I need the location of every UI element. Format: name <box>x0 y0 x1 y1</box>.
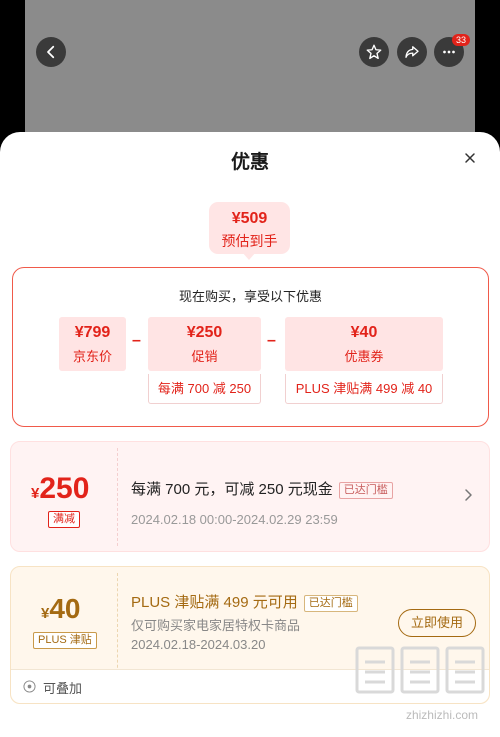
coupon-text: PLUS 津贴满 499 元可用 <box>131 594 298 611</box>
estimated-price-badge: ¥509 预估到手 <box>209 202 290 254</box>
calc-note-coupon: PLUS 津贴满 499 减 40 <box>285 374 443 404</box>
star-icon <box>366 44 382 60</box>
price-calculation: 现在购买，享受以下优惠 ¥799 京东价 – ¥250 促销 每满 700 减 … <box>12 267 489 427</box>
promotion-card[interactable]: ¥250 满减 每满 700 元，可减 250 元现金 已达门槛 2024.02.… <box>10 441 490 552</box>
coupon-amount: ¥40 <box>41 593 81 625</box>
coupon-date: 2024.02.18-2024.03.20 <box>131 637 266 652</box>
calc-item-promotion: ¥250 促销 <box>148 317 261 371</box>
share-icon <box>405 46 419 58</box>
sheet-title: 优惠 <box>230 152 269 173</box>
back-button[interactable] <box>36 37 66 67</box>
pointer-arrow <box>242 252 256 260</box>
calc-note-promotion: 每满 700 减 250 <box>148 374 261 404</box>
calc-label: 促销 <box>191 349 218 364</box>
minus-sign: – <box>132 332 141 349</box>
bg-right <box>475 0 500 150</box>
calc-item-jd-price: ¥799 京东价 <box>59 317 126 371</box>
calc-value: ¥799 <box>74 324 111 341</box>
more-badge: 33 <box>451 34 470 46</box>
amount-value: 40 <box>49 593 81 624</box>
dashed-divider <box>117 448 118 546</box>
promotion-text: 每满 700 元，可减 250 元现金 <box>131 481 333 498</box>
calc-value: ¥40 <box>350 324 378 341</box>
chevron-right-icon[interactable] <box>463 488 475 502</box>
bg-left <box>0 0 25 150</box>
coupon-text-row: PLUS 津贴满 499 元可用 已达门槛 <box>131 591 358 612</box>
calc-label: 京东价 <box>72 349 112 364</box>
coupon-tag: PLUS 津贴 <box>33 632 97 649</box>
coupon-scope: 仅可购买家电家居特权卡商品 <box>131 618 301 633</box>
threshold-reached-badge: 已达门槛 <box>303 594 358 612</box>
estimated-price-label: 预估到手 <box>221 233 278 249</box>
minus-sign: – <box>267 332 276 349</box>
promotion-tag: 满减 <box>48 511 80 528</box>
more-button[interactable]: 33 <box>434 34 470 67</box>
stackable-label: 可叠加 <box>43 681 83 696</box>
watermark-url: zhizhizhi.com <box>405 708 478 722</box>
calc-title: 现在购买，享受以下优惠 <box>178 289 322 304</box>
product-image-area <box>25 0 475 150</box>
calc-label: 优惠券 <box>344 349 384 364</box>
estimated-price: ¥509 <box>231 210 268 227</box>
promotion-amount: ¥250 <box>31 472 89 506</box>
dashed-divider <box>117 573 118 683</box>
watermark-logo <box>355 646 485 694</box>
amount-value: 250 <box>39 472 90 505</box>
favorite-button[interactable] <box>359 37 389 67</box>
calc-item-coupon: ¥40 优惠券 <box>285 317 443 371</box>
use-now-button[interactable]: 立即使用 <box>398 609 476 637</box>
close-icon[interactable] <box>462 150 478 166</box>
promotion-text-row: 每满 700 元，可减 250 元现金 已达门槛 <box>131 478 393 499</box>
back-icon <box>47 45 55 59</box>
calc-value: ¥250 <box>186 324 223 341</box>
threshold-reached-badge: 已达门槛 <box>338 481 393 499</box>
info-icon <box>23 680 36 693</box>
promotion-date: 2024.02.18 00:00-2024.02.29 23:59 <box>131 512 338 527</box>
share-button[interactable] <box>397 37 427 67</box>
